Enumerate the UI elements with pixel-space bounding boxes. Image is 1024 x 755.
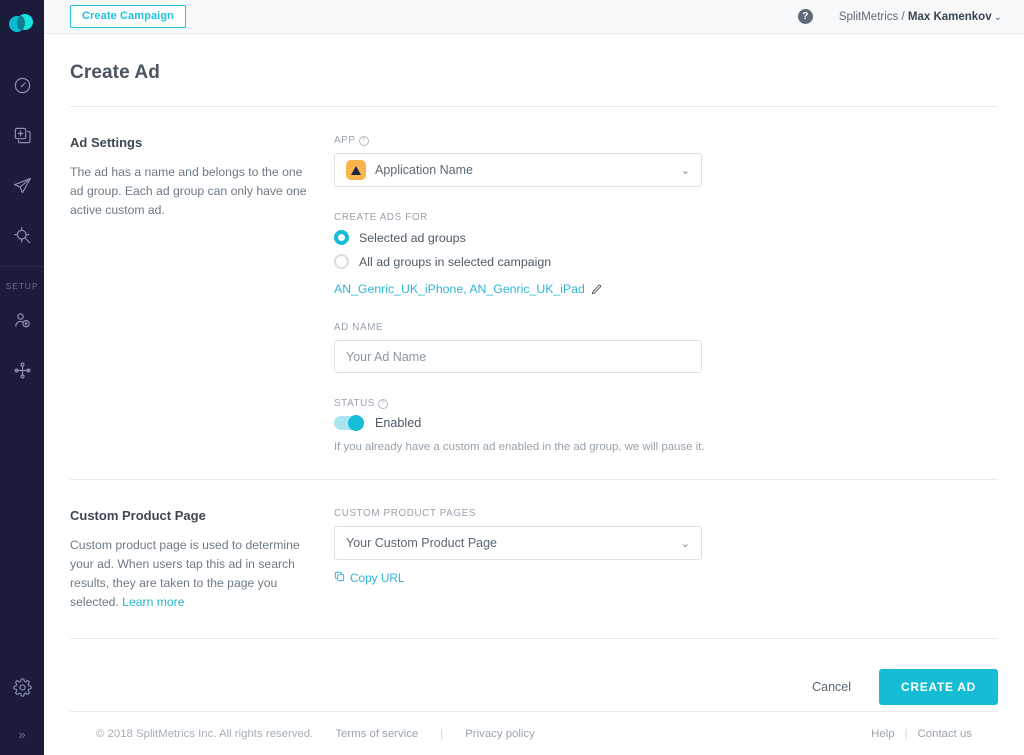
app-root: SETUP [0,0,1024,755]
radio-label-all-ad-groups: All ad groups in selected campaign [359,255,551,269]
contact-us-link[interactable]: Contact us [918,728,972,740]
help-icon[interactable]: ? [798,9,813,24]
paper-plane-icon [13,176,32,195]
logo-intersection [17,16,25,30]
sidebar-item-campaigns[interactable] [0,160,44,210]
footer-separator: | [905,728,908,740]
sidebar-item-accounts[interactable] [0,295,44,345]
sidebar-item-settings[interactable] [0,667,44,713]
radio-all-ad-groups[interactable]: All ad groups in selected campaign [334,254,998,269]
footer-copyright: © 2018 SplitMetrics Inc. All rights rese… [96,728,313,740]
app-field-label: APP ? [334,135,998,146]
cpp-description-wrap: Custom product page is used to determine… [70,536,310,612]
sidebar-expand-button[interactable]: » [0,713,44,755]
sidebar-item-structure[interactable] [0,345,44,395]
sidebar-section-label: SETUP [0,281,44,291]
form-actions: Cancel CREATE AD [70,639,998,711]
speedometer-icon [13,76,32,95]
sidebar-divider [0,266,44,267]
section-ad-settings: Ad Settings The ad has a name and belong… [70,107,998,479]
chevron-down-icon: ⌄ [681,537,690,550]
sidebar-item-keywords[interactable] [0,210,44,260]
account-menu[interactable]: SplitMetrics / Max Kamenkov⌄ [839,11,1002,23]
topbar: Create Campaign ? SplitMetrics / Max Kam… [44,0,1024,34]
create-campaign-button[interactable]: Create Campaign [70,5,186,28]
radio-label-selected-ad-groups: Selected ad groups [359,231,466,245]
info-icon[interactable]: ? [359,136,369,146]
terms-of-service-link[interactable]: Terms of service [335,728,418,740]
app-triangle-icon [346,160,366,180]
footer-separator: | [440,728,443,740]
status-toggle-row: Enabled [334,416,998,430]
chevron-down-icon: ⌄ [681,164,690,177]
cpp-title: Custom Product Page [70,508,310,523]
cpp-info: Custom Product Page Custom product page … [70,508,310,612]
user-badge-icon [13,311,32,330]
status-toggle[interactable] [334,416,364,430]
chevron-down-icon: ⌄ [994,12,1002,23]
copy-url-button[interactable]: Copy URL [334,571,998,585]
copy-url-label: Copy URL [350,571,404,585]
splitmetrics-logo[interactable] [9,14,35,40]
ad-name-label: AD NAME [334,322,998,333]
app-select-value: Application Name [375,163,473,177]
selected-ad-groups-text: AN_Genric_UK_iPhone, AN_Genric_UK_iPad [334,282,585,296]
toggle-knob [348,415,364,431]
cpp-fields: CUSTOM PRODUCT PAGES Your Custom Product… [310,508,998,612]
custom-product-page-select[interactable]: Your Custom Product Page ⌄ [334,526,702,560]
sidebar-item-create[interactable] [0,110,44,160]
content: Create Ad Ad Settings The ad has a name … [44,34,1024,711]
radio-selected-ad-groups[interactable]: Selected ad groups [334,230,998,245]
copy-icon [334,571,350,585]
gear-icon [13,678,32,702]
learn-more-link[interactable]: Learn more [122,595,184,609]
add-layers-icon [13,126,32,145]
target-icon [13,226,32,245]
radio-icon-selected [334,230,349,245]
ad-settings-description: The ad has a name and belongs to the one… [70,163,310,220]
footer: © 2018 SplitMetrics Inc. All rights rese… [70,711,998,755]
pencil-icon[interactable] [591,284,602,295]
app-select[interactable]: Application Name ⌄ [334,153,702,187]
footer-right: Help | Contact us [871,728,972,740]
ad-settings-title: Ad Settings [70,135,310,150]
create-ad-button[interactable]: CREATE AD [879,669,998,705]
section-custom-product-page: Custom Product Page Custom product page … [70,480,998,638]
sidebar-bottom: » [0,667,44,755]
footer-left: © 2018 SplitMetrics Inc. All rights rese… [96,728,535,740]
info-icon[interactable]: ? [378,399,388,409]
sidebar-item-dashboard[interactable] [0,60,44,110]
ad-name-input[interactable] [334,340,702,373]
page-title: Create Ad [70,62,998,84]
app-label-text: APP [334,135,356,146]
ad-settings-fields: APP ? Application Name ⌄ CREATE ADS FOR … [310,135,998,453]
topbar-right: ? SplitMetrics / Max Kamenkov⌄ [798,9,1002,24]
status-label-text: STATUS [334,398,375,409]
sitemap-icon [13,361,32,380]
cpp-select-value: Your Custom Product Page [346,536,497,550]
privacy-policy-link[interactable]: Privacy policy [465,728,535,740]
cpp-field-label: CUSTOM PRODUCT PAGES [334,508,998,519]
account-org: SplitMetrics / [839,11,908,23]
create-ads-for-label: CREATE ADS FOR [334,212,998,223]
status-hint: If you already have a custom ad enabled … [334,441,998,453]
ad-settings-info: Ad Settings The ad has a name and belong… [70,135,310,453]
selected-ad-groups[interactable]: AN_Genric_UK_iPhone, AN_Genric_UK_iPad [334,282,998,296]
cancel-button[interactable]: Cancel [808,672,855,702]
main-area: Create Campaign ? SplitMetrics / Max Kam… [44,0,1024,755]
radio-icon-unselected [334,254,349,269]
sidebar: SETUP [0,0,44,755]
help-link[interactable]: Help [871,728,894,740]
status-field-label: STATUS ? [334,398,998,409]
status-toggle-label: Enabled [375,416,421,430]
account-user: Max Kamenkov [908,11,992,23]
